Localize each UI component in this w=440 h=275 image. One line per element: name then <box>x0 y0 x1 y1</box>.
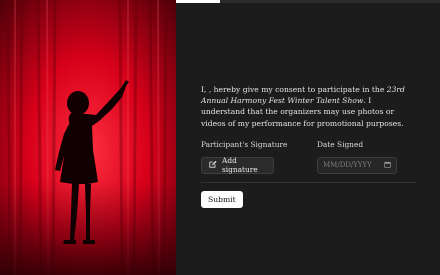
consent-text-start: I, , hereby give my consent to participa… <box>201 85 387 94</box>
consent-text: I, , hereby give my consent to participa… <box>201 84 416 129</box>
signature-label: Participant's Signature <box>201 139 288 149</box>
divider <box>201 181 416 183</box>
consent-form: I, , hereby give my consent to participa… <box>201 84 416 208</box>
date-input[interactable]: MM/DD/YYYY <box>317 156 397 174</box>
add-signature-button[interactable]: Add signature <box>201 156 274 175</box>
add-signature-label: Add signature <box>222 156 258 175</box>
date-label: Date Signed <box>317 139 364 149</box>
performer-image <box>0 0 176 275</box>
signature-field: Participant's Signature Add signature <box>201 140 317 174</box>
submit-button[interactable]: Submit <box>201 190 243 208</box>
calendar-icon[interactable] <box>384 161 391 170</box>
signature-row: Participant's Signature Add signature Da… <box>201 140 416 174</box>
date-field: Date Signed MM/DD/YYYY <box>317 140 397 174</box>
edit-icon <box>209 160 217 170</box>
date-placeholder: MM/DD/YYYY <box>323 161 372 170</box>
